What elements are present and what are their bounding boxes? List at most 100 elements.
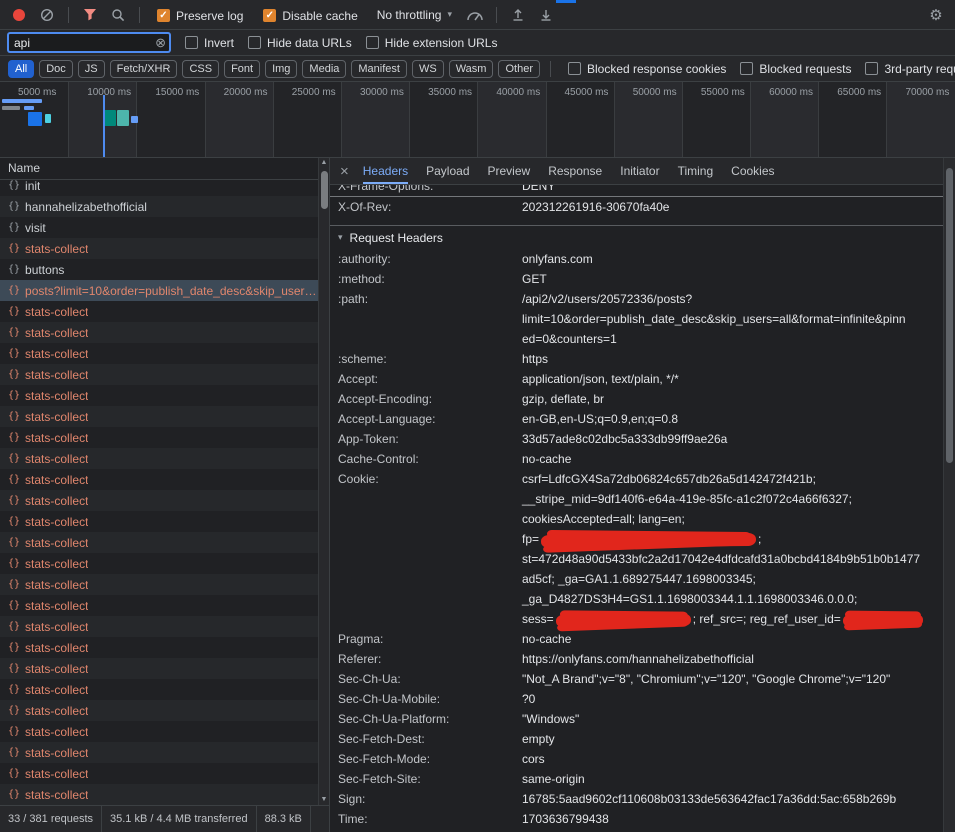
header-row: Accept-Language:en-GB,en-US;q=0.9,en;q=0… [330, 409, 943, 429]
request-row[interactable]: {}stats-collect [0, 511, 318, 532]
request-row[interactable]: {}stats-collect [0, 469, 318, 490]
request-row[interactable]: {}stats-collect [0, 742, 318, 763]
overview-segment: 20000 ms [205, 82, 273, 157]
filter-button[interactable] [79, 4, 101, 26]
checkbox-icon [248, 36, 261, 49]
type-filter-all[interactable]: All [8, 60, 34, 78]
request-row[interactable]: {}stats-collect [0, 406, 318, 427]
request-row[interactable]: {}stats-collect [0, 238, 318, 259]
settings-button[interactable]: ⚙ [925, 4, 947, 26]
header-name: Accept-Language: [330, 409, 522, 429]
export-har-button[interactable] [535, 4, 557, 26]
request-row[interactable]: {}stats-collect [0, 490, 318, 511]
tab-preview[interactable]: Preview [488, 158, 531, 184]
tab-payload[interactable]: Payload [426, 158, 469, 184]
check-icon: ✓ [266, 11, 274, 21]
type-filter-wasm[interactable]: Wasm [449, 60, 494, 78]
tab-initiator[interactable]: Initiator [620, 158, 659, 184]
overview-segment: 45000 ms [546, 82, 614, 157]
request-row[interactable]: {}posts?limit=10&order=publish_date_desc… [0, 280, 318, 301]
header-name: Sec-Ch-Ua-Platform: [330, 709, 522, 729]
clear-icon [40, 8, 54, 22]
type-filter-manifest[interactable]: Manifest [351, 60, 407, 78]
request-row[interactable]: {}visit [0, 217, 318, 238]
header-name: :scheme: [330, 349, 522, 369]
name-column-header[interactable]: Name [0, 158, 329, 180]
request-row[interactable]: {}buttons [0, 259, 318, 280]
clear-button[interactable] [36, 4, 58, 26]
script-file-icon: {} [8, 558, 20, 569]
request-row[interactable]: {}stats-collect [0, 322, 318, 343]
tab-response[interactable]: Response [548, 158, 602, 184]
type-filter-doc[interactable]: Doc [39, 60, 73, 78]
script-file-icon: {} [8, 348, 20, 359]
search-button[interactable] [107, 4, 129, 26]
network-content: Name {}init{}hannahelizabethofficial{}vi… [0, 158, 955, 832]
scrollbar-thumb[interactable] [321, 171, 328, 209]
type-filter-other[interactable]: Other [498, 60, 540, 78]
request-row[interactable]: {}stats-collect [0, 364, 318, 385]
request-row[interactable]: {}stats-collect [0, 700, 318, 721]
disable-cache-checkbox[interactable]: ✓Disable cache [263, 9, 357, 23]
tab-cookies[interactable]: Cookies [731, 158, 774, 184]
request-row[interactable]: {}stats-collect [0, 532, 318, 553]
tab-timing[interactable]: Timing [678, 158, 714, 184]
hide-data-urls-checkbox[interactable]: Hide data URLs [248, 36, 352, 50]
request-row[interactable]: {}init [0, 180, 318, 196]
request-row[interactable]: {}stats-collect [0, 784, 318, 805]
type-filter-img[interactable]: Img [265, 60, 297, 78]
network-overview-timeline[interactable]: 5000 ms10000 ms15000 ms20000 ms25000 ms3… [0, 82, 955, 158]
throttling-dropdown[interactable]: No throttling ▾ [377, 8, 452, 22]
request-row[interactable]: {}hannahelizabethofficial [0, 196, 318, 217]
request-row[interactable]: {}stats-collect [0, 385, 318, 406]
request-row[interactable]: {}stats-collect [0, 595, 318, 616]
import-har-button[interactable] [507, 4, 529, 26]
filter-input[interactable] [8, 33, 170, 52]
header-row: X-Of-Rev:202312261916-30670fa40e [330, 197, 943, 217]
close-detail-icon[interactable]: × [340, 164, 349, 179]
header-name: X-Of-Rev: [330, 197, 522, 217]
overview-scale: 5000 ms10000 ms15000 ms20000 ms25000 ms3… [0, 82, 955, 157]
scrollbar-thumb[interactable] [946, 168, 953, 463]
request-row[interactable]: {}stats-collect [0, 721, 318, 742]
record-button[interactable] [8, 4, 30, 26]
type-filter-fetch-xhr[interactable]: Fetch/XHR [110, 60, 178, 78]
scroll-down-icon[interactable]: ▼ [321, 795, 328, 805]
type-filter-font[interactable]: Font [224, 60, 260, 78]
request-row[interactable]: {}stats-collect [0, 658, 318, 679]
request-row[interactable]: {}stats-collect [0, 637, 318, 658]
header-name: :method: [330, 269, 522, 289]
request-row[interactable]: {}stats-collect [0, 574, 318, 595]
script-file-icon: {} [8, 201, 20, 212]
request-row[interactable]: {}stats-collect [0, 553, 318, 574]
type-filter-css[interactable]: CSS [182, 60, 219, 78]
request-list-scrollbar[interactable]: ▲ ▼ [318, 158, 329, 805]
request-row[interactable]: {}stats-collect [0, 343, 318, 364]
detail-scrollbar[interactable] [943, 158, 955, 832]
preserve-log-checkbox[interactable]: ✓Preserve log [157, 9, 243, 23]
overview-time-label: 15000 ms [155, 87, 199, 98]
request-headers-section-header[interactable]: ▾ Request Headers [330, 225, 943, 249]
script-file-icon: {} [8, 474, 20, 485]
request-row[interactable]: {}stats-collect [0, 448, 318, 469]
request-row[interactable]: {}stats-collect [0, 427, 318, 448]
type-filter-ws[interactable]: WS [412, 60, 444, 78]
hide-extension-urls-checkbox[interactable]: Hide extension URLs [366, 36, 498, 50]
type-filter-js[interactable]: JS [78, 60, 105, 78]
invert-checkbox[interactable]: Invert [185, 36, 234, 50]
3rd-party-requests-checkbox[interactable]: 3rd-party requests [865, 62, 955, 76]
scroll-up-icon[interactable]: ▲ [321, 158, 328, 168]
check-icon: ✓ [159, 11, 167, 21]
clear-filter-icon[interactable]: ⊗ [155, 36, 166, 49]
request-row[interactable]: {}stats-collect [0, 679, 318, 700]
overview-time-label: 35000 ms [428, 87, 472, 98]
request-row[interactable]: {}stats-collect [0, 301, 318, 322]
tab-headers[interactable]: Headers [363, 158, 408, 184]
header-value: 202312261916-30670fa40e [522, 197, 943, 217]
blocked-response-cookies-checkbox[interactable]: Blocked response cookies [568, 62, 726, 76]
network-conditions-button[interactable] [464, 4, 486, 26]
request-row[interactable]: {}stats-collect [0, 763, 318, 784]
type-filter-media[interactable]: Media [302, 60, 346, 78]
blocked-requests-checkbox[interactable]: Blocked requests [740, 62, 851, 76]
request-row[interactable]: {}stats-collect [0, 616, 318, 637]
